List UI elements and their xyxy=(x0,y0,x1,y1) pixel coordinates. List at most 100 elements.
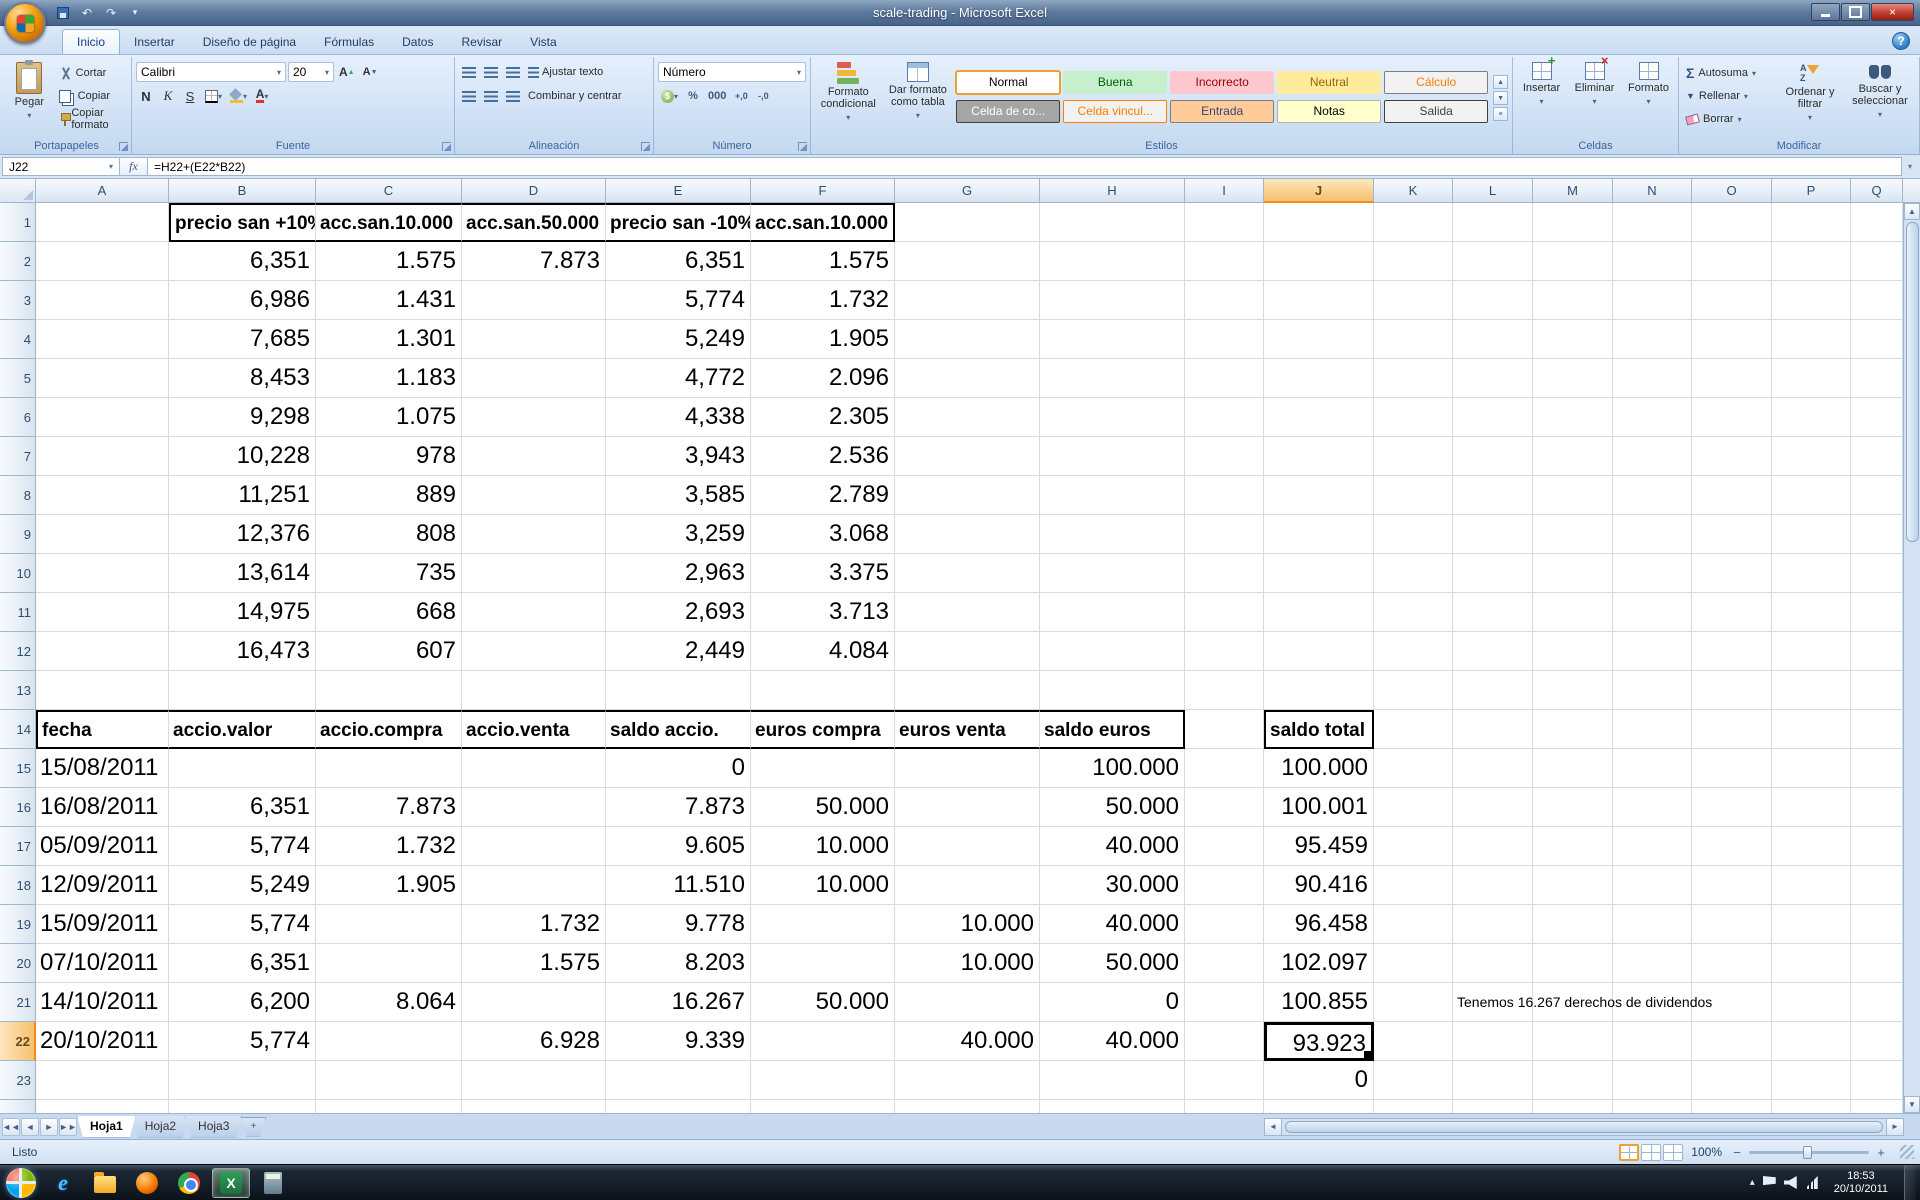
cell-H18[interactable]: 30.000 xyxy=(1040,866,1185,905)
sort-filter-dropdown-icon[interactable] xyxy=(1808,112,1812,124)
tab-vista[interactable]: Vista xyxy=(516,29,570,54)
cell-C19[interactable] xyxy=(316,905,462,944)
cell-E20[interactable]: 8.203 xyxy=(606,944,751,983)
cell-G23[interactable] xyxy=(895,1061,1040,1100)
cell-H8[interactable] xyxy=(1040,476,1185,515)
cell-N18[interactable] xyxy=(1613,866,1692,905)
cell-O20[interactable] xyxy=(1692,944,1772,983)
cell-H5[interactable] xyxy=(1040,359,1185,398)
cell-Q19[interactable] xyxy=(1851,905,1903,944)
cell-N1[interactable] xyxy=(1613,203,1692,242)
delete-cells-button[interactable]: Eliminar xyxy=(1569,59,1620,137)
zoom-in-icon[interactable]: + xyxy=(1874,1145,1888,1160)
cell-P13[interactable] xyxy=(1772,671,1851,710)
column-header-M[interactable]: M xyxy=(1533,179,1613,203)
cell-H4[interactable] xyxy=(1040,320,1185,359)
cell-J16[interactable]: 100.001 xyxy=(1264,788,1374,827)
cell-P14[interactable] xyxy=(1772,710,1851,749)
row-header-20[interactable]: 20 xyxy=(0,944,36,983)
cell-N7[interactable] xyxy=(1613,437,1692,476)
cell-I14[interactable] xyxy=(1185,710,1264,749)
cell-J2[interactable] xyxy=(1264,242,1374,281)
cell-H1[interactable] xyxy=(1040,203,1185,242)
cut-button[interactable]: Cortar xyxy=(56,63,127,83)
cell-D13[interactable] xyxy=(462,671,606,710)
fuente-dialog-launcher[interactable] xyxy=(442,142,451,151)
numero-dialog-launcher[interactable] xyxy=(798,142,807,151)
cell-O19[interactable] xyxy=(1692,905,1772,944)
tab-insertar[interactable]: Insertar xyxy=(120,29,189,54)
cell-E13[interactable] xyxy=(606,671,751,710)
cell-L18[interactable] xyxy=(1453,866,1533,905)
font-family-select[interactable]: Calibri▾ xyxy=(136,62,286,82)
cell-E10[interactable]: 2,963 xyxy=(606,554,751,593)
cell-K4[interactable] xyxy=(1374,320,1453,359)
cell-M2[interactable] xyxy=(1533,242,1613,281)
cell-M17[interactable] xyxy=(1533,827,1613,866)
cell-C17[interactable]: 1.732 xyxy=(316,827,462,866)
cell-Q16[interactable] xyxy=(1851,788,1903,827)
delete-cells-dropdown-icon[interactable] xyxy=(1593,96,1597,108)
insert-function-button[interactable] xyxy=(120,157,148,176)
cell-M16[interactable] xyxy=(1533,788,1613,827)
cell-L10[interactable] xyxy=(1453,554,1533,593)
cell-P9[interactable] xyxy=(1772,515,1851,554)
cell-O3[interactable] xyxy=(1692,281,1772,320)
cell-Q17[interactable] xyxy=(1851,827,1903,866)
cell-D24[interactable] xyxy=(462,1100,606,1113)
align-bottom-button[interactable] xyxy=(503,62,523,82)
scroll-right-icon[interactable]: ► xyxy=(1886,1119,1903,1135)
cell-K22[interactable] xyxy=(1374,1022,1453,1061)
zoom-slider[interactable]: − + xyxy=(1730,1145,1888,1160)
cell-A24[interactable] xyxy=(36,1100,169,1113)
cell-P6[interactable] xyxy=(1772,398,1851,437)
zoom-track[interactable] xyxy=(1749,1151,1869,1154)
tab-revisar[interactable]: Revisar xyxy=(447,29,516,54)
cell-C15[interactable] xyxy=(316,749,462,788)
cell-G7[interactable] xyxy=(895,437,1040,476)
cell-G20[interactable]: 10.000 xyxy=(895,944,1040,983)
cell-G5[interactable] xyxy=(895,359,1040,398)
number-format-select[interactable]: Número▾ xyxy=(658,62,806,82)
cell-M22[interactable] xyxy=(1533,1022,1613,1061)
cell-G22[interactable]: 40.000 xyxy=(895,1022,1040,1061)
cell-I9[interactable] xyxy=(1185,515,1264,554)
cell-P3[interactable] xyxy=(1772,281,1851,320)
cell-L15[interactable] xyxy=(1453,749,1533,788)
conditional-formatting-button[interactable]: Formato condicional xyxy=(815,59,882,137)
cell-G15[interactable] xyxy=(895,749,1040,788)
cell-E15[interactable]: 0 xyxy=(606,749,751,788)
column-header-O[interactable]: O xyxy=(1692,179,1772,203)
zoom-level[interactable]: 100% xyxy=(1691,1145,1722,1159)
cell-P21[interactable] xyxy=(1772,983,1851,1022)
cell-E4[interactable]: 5,249 xyxy=(606,320,751,359)
cell-L20[interactable] xyxy=(1453,944,1533,983)
cell-M19[interactable] xyxy=(1533,905,1613,944)
cell-L8[interactable] xyxy=(1453,476,1533,515)
cell-M4[interactable] xyxy=(1533,320,1613,359)
cell-H13[interactable] xyxy=(1040,671,1185,710)
cell-F7[interactable]: 2.536 xyxy=(751,437,895,476)
row-header-23[interactable]: 23 xyxy=(0,1061,36,1100)
cell-C22[interactable] xyxy=(316,1022,462,1061)
row-header-19[interactable]: 19 xyxy=(0,905,36,944)
cell-A15[interactable]: 15/08/2011 xyxy=(36,749,169,788)
taskbar-item-windows-explorer[interactable] xyxy=(86,1168,124,1198)
cell-H2[interactable] xyxy=(1040,242,1185,281)
cell-A14[interactable]: fecha xyxy=(36,710,169,749)
cell-C16[interactable]: 7.873 xyxy=(316,788,462,827)
format-cells-dropdown-icon[interactable] xyxy=(1647,96,1651,108)
cell-B18[interactable]: 5,249 xyxy=(169,866,316,905)
cell-style-incorrecto[interactable]: Incorrecto xyxy=(1170,71,1274,94)
network-icon[interactable] xyxy=(1805,1176,1818,1189)
cell-K18[interactable] xyxy=(1374,866,1453,905)
cell-A12[interactable] xyxy=(36,632,169,671)
cell-H16[interactable]: 50.000 xyxy=(1040,788,1185,827)
cell-H14[interactable]: saldo euros xyxy=(1040,710,1185,749)
align-left-button[interactable] xyxy=(459,86,479,106)
cell-K15[interactable] xyxy=(1374,749,1453,788)
cell-C13[interactable] xyxy=(316,671,462,710)
cell-B12[interactable]: 16,473 xyxy=(169,632,316,671)
cell-E17[interactable]: 9.605 xyxy=(606,827,751,866)
cell-I19[interactable] xyxy=(1185,905,1264,944)
